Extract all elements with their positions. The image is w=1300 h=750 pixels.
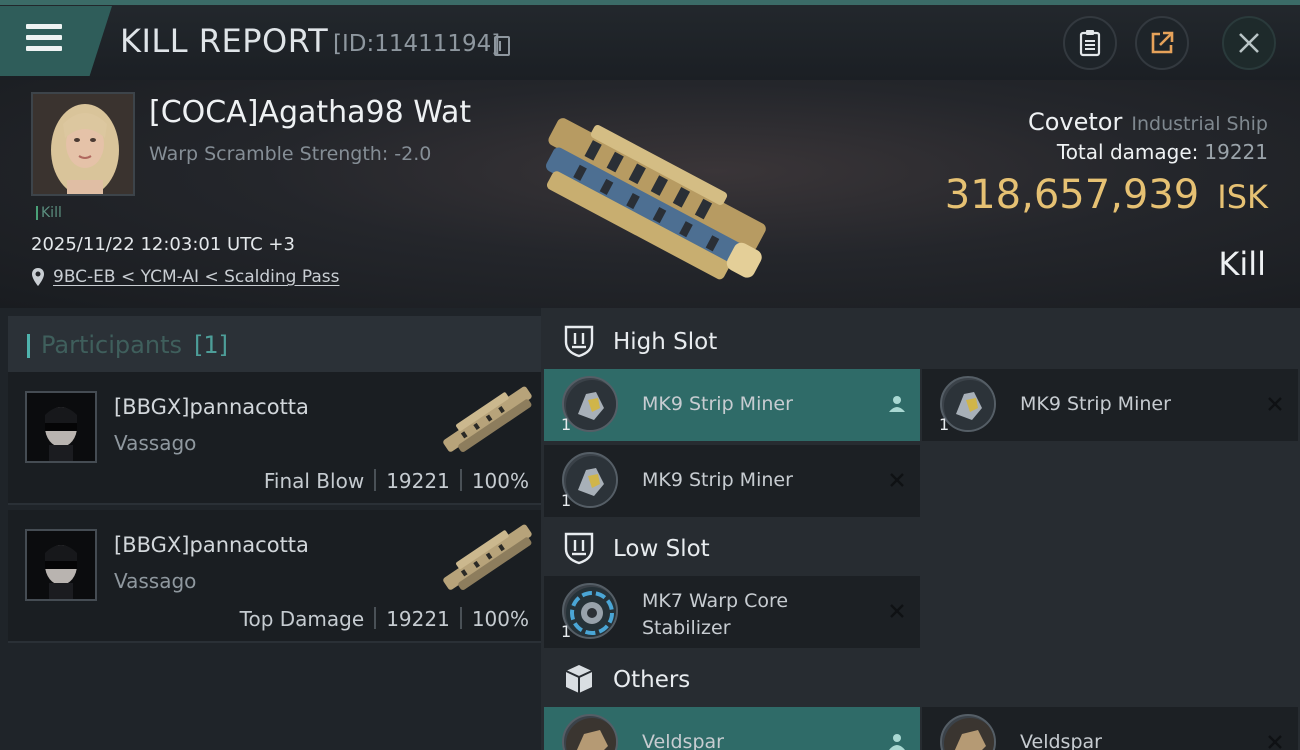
stats-divider bbox=[374, 469, 377, 491]
participant-ship: Vassago bbox=[114, 431, 197, 455]
stats-divider bbox=[459, 607, 462, 629]
total-damage-value: 19221 bbox=[1204, 140, 1268, 164]
module-name: MK9 Strip Miner bbox=[1020, 393, 1171, 415]
cargo-box-icon bbox=[565, 665, 593, 693]
participants-title: Participants bbox=[41, 331, 182, 359]
participant-damage: 19221 bbox=[386, 469, 450, 493]
top-bar-edge bbox=[0, 0, 1300, 5]
module-name: MK7 Warp Core Stabilizer bbox=[642, 590, 789, 639]
module-quantity: 1 bbox=[561, 415, 572, 434]
participant-avatar[interactable] bbox=[25, 391, 97, 463]
stats-divider bbox=[374, 607, 377, 629]
participants-count: [1] bbox=[194, 331, 228, 359]
location-link[interactable]: 9BC-EB < YCM-AI < Scalding Pass bbox=[31, 267, 339, 287]
participant-row[interactable]: [BBGX]pannacotta Vassago Top Damage 19221… bbox=[8, 510, 541, 643]
participant-ship: Vassago bbox=[114, 569, 197, 593]
participants-header: Participants [1] bbox=[8, 316, 541, 374]
x-icon bbox=[1264, 393, 1286, 415]
portrait-image bbox=[33, 94, 133, 194]
low-slot-header: Low Slot bbox=[541, 519, 1300, 577]
location-pin-icon bbox=[32, 268, 44, 286]
fittings-panel: High Slot 1 MK9 Strip Miner 1 MK9 Strip … bbox=[541, 308, 1300, 750]
module-name: MK9 Strip Miner bbox=[642, 469, 793, 491]
high-slot-header: High Slot bbox=[541, 312, 1300, 370]
module-name: MK9 Strip Miner bbox=[642, 393, 793, 415]
module-item[interactable]: Veldspar bbox=[544, 707, 920, 750]
participant-ship-image bbox=[443, 386, 532, 452]
report-id: [ID:11411194] bbox=[333, 31, 501, 57]
warp-scramble-strength: Warp Scramble Strength: -2.0 bbox=[149, 143, 432, 165]
isk-value: 318,657,939 bbox=[944, 172, 1200, 218]
total-damage-label: Total damage: bbox=[1056, 140, 1199, 164]
victim-name[interactable]: [COCA]Agatha98 Wat bbox=[149, 95, 471, 130]
high-slot-title: High Slot bbox=[613, 329, 718, 355]
kill-tag: Kill bbox=[36, 206, 62, 220]
copy-icon[interactable] bbox=[494, 36, 510, 56]
participant-ship-image bbox=[443, 524, 532, 590]
victim-portrait[interactable] bbox=[31, 92, 135, 196]
person-icon bbox=[886, 393, 908, 415]
kill-datetime: 2025/11/22 12:03:01 UTC +3 bbox=[31, 234, 295, 255]
total-damage: Total damage: 19221 bbox=[1057, 140, 1268, 164]
module-item[interactable]: 1 MK7 Warp Core Stabilizer bbox=[544, 576, 920, 648]
person-icon bbox=[886, 731, 908, 750]
participant-stats: Top Damage 19221 100% bbox=[240, 607, 529, 631]
share-icon bbox=[1151, 31, 1174, 54]
participants-panel: Participants [1] [BBGX]pannacotta Vassag… bbox=[0, 308, 541, 750]
module-item[interactable]: 1 MK9 Strip Miner bbox=[922, 369, 1298, 441]
module-name: Veldspar bbox=[1020, 731, 1102, 750]
share-button[interactable] bbox=[1135, 16, 1189, 70]
module-item[interactable]: 1 MK9 Strip Miner bbox=[544, 369, 920, 441]
ship-name[interactable]: Covetor bbox=[1028, 108, 1122, 136]
stats-divider bbox=[459, 469, 462, 491]
veldspar-ore-icon bbox=[562, 714, 618, 750]
module-quantity: 1 bbox=[561, 622, 572, 641]
others-title: Others bbox=[613, 667, 691, 693]
module-item[interactable]: Veldspar bbox=[922, 707, 1298, 750]
clipboard-icon bbox=[1079, 30, 1101, 57]
isk-value-row: 318,657,939 ISK bbox=[945, 172, 1268, 218]
module-quantity: 1 bbox=[561, 491, 572, 510]
module-quantity: 1 bbox=[939, 415, 950, 434]
participant-row[interactable]: [BBGX]pannacotta Vassago Final Blow 19221… bbox=[8, 372, 541, 505]
low-slot-icon bbox=[564, 532, 594, 565]
participant-percent: 100% bbox=[471, 469, 529, 493]
isk-unit: ISK bbox=[1217, 178, 1268, 216]
victim-ship-class: Covetor Industrial Ship bbox=[1028, 108, 1268, 136]
participant-name[interactable]: [BBGX]pannacotta bbox=[114, 395, 309, 419]
page-title: KILL REPORT bbox=[120, 22, 329, 60]
x-icon bbox=[886, 469, 908, 491]
participant-role: Top Damage bbox=[239, 607, 365, 631]
high-slot-icon bbox=[564, 325, 594, 358]
header-accent-bar bbox=[27, 334, 30, 358]
participant-portrait bbox=[27, 393, 95, 461]
low-slot-title: Low Slot bbox=[613, 536, 710, 562]
participant-stats: Final Blow 19221 100% bbox=[264, 469, 529, 493]
clipboard-button[interactable] bbox=[1063, 16, 1117, 70]
close-button[interactable] bbox=[1222, 16, 1276, 70]
module-item[interactable]: 1 MK9 Strip Miner bbox=[544, 445, 920, 517]
participant-name[interactable]: [BBGX]pannacotta bbox=[114, 533, 309, 557]
participant-percent: 100% bbox=[471, 607, 529, 631]
module-name: Veldspar bbox=[642, 731, 724, 750]
hamburger-menu-icon[interactable] bbox=[26, 24, 64, 52]
ship-type: Industrial Ship bbox=[1131, 113, 1268, 135]
victim-ship-image bbox=[546, 118, 766, 280]
others-header: Others bbox=[541, 650, 1300, 708]
close-icon bbox=[1239, 33, 1259, 53]
participant-avatar[interactable] bbox=[25, 529, 97, 601]
location-text[interactable]: 9BC-EB < YCM-AI < Scalding Pass bbox=[53, 267, 339, 287]
x-icon bbox=[886, 600, 908, 622]
participant-damage: 19221 bbox=[386, 607, 450, 631]
participant-role: Final Blow bbox=[263, 469, 365, 493]
result-label: Kill bbox=[1218, 245, 1266, 283]
participant-portrait bbox=[27, 531, 95, 599]
veldspar-ore-icon bbox=[940, 714, 996, 750]
x-icon bbox=[1264, 731, 1286, 750]
top-bar: KILL REPORT [ID:11411194] bbox=[0, 0, 1300, 80]
